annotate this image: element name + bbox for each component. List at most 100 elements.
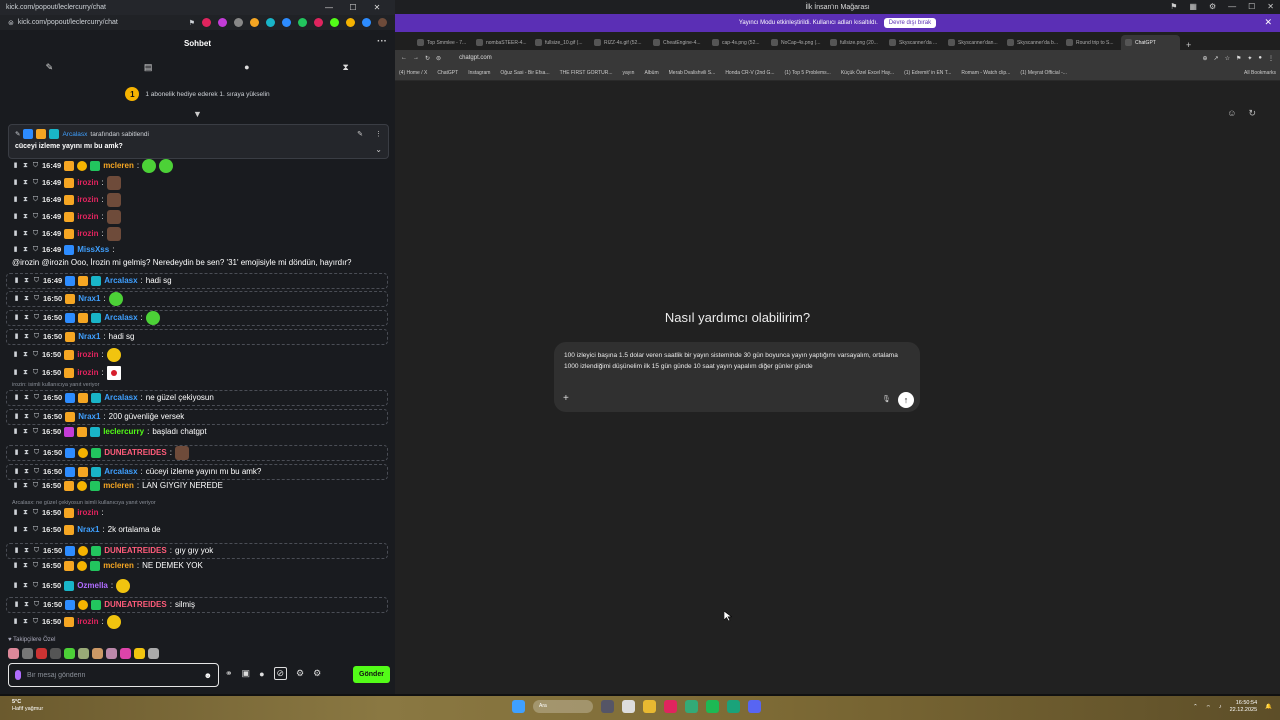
extension-icon[interactable] [362,18,371,27]
hourglass-icon[interactable]: ⧗ [22,581,29,591]
emote-icon[interactable] [8,648,19,659]
weather-widget[interactable]: 5°C Hafif yağmur [12,699,43,713]
mic-icon[interactable]: 🎙 [882,395,891,403]
message-username[interactable]: mcleren [103,161,134,171]
send-prompt-button[interactable]: ↑ [898,392,914,408]
emote-icon[interactable] [64,648,75,659]
hourglass-icon[interactable]: ⧗ [23,600,30,610]
reload-icon[interactable]: ↻ [425,55,430,62]
trash-icon[interactable]: ▮ [13,546,20,556]
spotify-icon[interactable] [706,700,719,713]
plus-icon[interactable]: + [563,393,569,404]
list-icon[interactable]: ▤ [138,62,158,73]
share-icon[interactable]: ↗ [1214,55,1219,62]
zoom-icon[interactable]: ⊕ [1203,55,1208,62]
message-username[interactable]: mcleren [103,561,134,571]
extension-icon[interactable] [218,18,227,27]
message-username[interactable]: Ozmella [77,581,108,591]
browser-tab[interactable]: RIZZ-4s.gif (52... [590,35,649,50]
close-icon[interactable]: ✕ [365,3,389,12]
chat-icon[interactable]: ● [237,62,257,72]
volume-icon[interactable]: ♪ [1219,704,1222,710]
chat-message[interactable]: ▮ ⧗ ⛉ 16:50 Nrax1: [6,291,388,307]
shield-icon[interactable]: ⛉ [33,276,40,286]
bookmark-item[interactable]: (1) Meyrat Official -... [1020,70,1067,76]
chat-message[interactable]: ▮ ⧗ ⛉ 16:50 leclercurry: başladı chatgpt [6,427,388,437]
trash-icon[interactable]: ▮ [13,448,20,458]
extension-icon[interactable] [378,18,387,27]
trash-icon[interactable]: ▮ [13,276,20,286]
bookmark-item[interactable]: Instagram [468,70,490,76]
trash-icon[interactable]: ▮ [13,467,20,477]
sub-gift-banner[interactable]: 1 1 abonelik hediye ederek 1. sıraya yük… [0,78,395,110]
trash-icon[interactable]: ▮ [12,195,19,205]
chat-message[interactable]: ▮ ⧗ ⛉ 16:50 DUNEATREIDES: [6,445,388,461]
trash-icon[interactable]: ▮ [12,212,19,222]
shield-icon[interactable]: ⛉ [32,427,39,437]
layout-icon[interactable]: ▦ [1189,2,1197,11]
bookmark-item[interactable]: yayın [622,70,634,76]
trash-icon[interactable]: ▮ [12,161,19,171]
extension-icon[interactable] [266,18,275,27]
reply-note[interactable]: irozin: isimli kullanıcıya yanıt veriyor [12,382,99,388]
shield-icon[interactable]: ⛉ [33,412,40,422]
message-username[interactable]: DUNEATREIDES [104,600,167,610]
extension-icon[interactable] [282,18,291,27]
hourglass-icon[interactable]: ⧗ [22,161,29,171]
chat-message[interactable]: ▮ ⧗ ⛉ 16:50 Arcalasx: ne güzel çekiyosun [6,390,388,406]
discord-icon[interactable] [748,700,761,713]
file-explorer-icon[interactable] [643,700,656,713]
trash-icon[interactable]: ▮ [12,350,19,360]
message-username[interactable]: irozin [77,229,98,239]
bookmark-item[interactable]: (4) Home / X [399,70,427,76]
collapse-icon[interactable]: ▼ [0,110,395,120]
message-username[interactable]: mcleren [103,481,134,491]
message-username[interactable]: Nrax1 [78,332,100,342]
shield-icon[interactable]: ⛉ [33,448,40,458]
trash-icon[interactable]: ▮ [12,368,19,378]
trash-icon[interactable]: ▮ [13,313,20,323]
clock[interactable]: 16:50:54 22.12.2025 [1230,700,1258,714]
minimize-icon[interactable]: — [317,3,341,12]
app-icon[interactable] [601,700,614,713]
message-username[interactable]: irozin [77,212,98,222]
shield-icon[interactable]: ⛉ [33,313,40,323]
shield-icon[interactable]: ⛉ [32,229,39,239]
taskbar-search[interactable]: Ara [533,700,593,713]
settings-icon[interactable]: ⚙ [313,668,321,679]
message-username[interactable]: irozin [77,178,98,188]
hourglass-icon[interactable]: ⧗ [23,393,30,403]
pin-icon[interactable]: ✎ [39,62,59,73]
shield-icon[interactable]: ⛉ [32,161,39,171]
trash-icon[interactable]: ▮ [12,525,19,535]
trash-icon[interactable]: ▮ [13,412,20,422]
shield-icon[interactable]: ⛉ [32,178,39,188]
hourglass-icon[interactable]: ⧗ [22,178,29,188]
chat-message[interactable]: ▮ ⧗ ⛉ 16:50 Nrax1: hadi sg [6,329,388,345]
browser-tab[interactable]: NoCap-4s.png (... [767,35,826,50]
shield-icon[interactable]: ⛉ [33,393,40,403]
hourglass-icon[interactable]: ⧗ [22,427,29,437]
emote-icon[interactable] [106,648,117,659]
emote-icon[interactable] [50,648,61,659]
chat-message[interactable]: ▮ ⧗ ⛉ 16:50 irozin: [6,348,388,362]
shield-icon[interactable]: ⛉ [32,212,39,222]
browser-tab[interactable]: fullsize.png (20... [826,35,885,50]
prompt-composer[interactable]: 100 izleyici başına 1.5 dolar veren saat… [554,342,920,412]
hourglass-icon[interactable]: ⧗ [22,525,29,535]
app-icon[interactable] [622,700,635,713]
bookmark-item[interactable]: ChatGPT [437,70,458,76]
hourglass-icon[interactable]: ⧗ [22,368,29,378]
shield-icon[interactable]: ⛉ [32,350,39,360]
message-username[interactable]: Nrax1 [77,525,99,535]
chat-input-box[interactable]: ☻ [8,663,219,687]
chat-message[interactable]: ▮ ⧗ ⛉ 16:49 MissXss: @irozin @irozin Ooo, İro… [6,245,388,269]
pinned-message[interactable]: ✎ Arcalasx tarafından sabitlendi ✎ ⋮ cüc… [8,124,389,159]
bookmark-item[interactable]: (1) Edremit' in EN T... [904,70,951,76]
bookmark-item[interactable]: Merab Dvalishvili S... [669,70,716,76]
site-info-icon[interactable]: ⊜ [436,55,441,62]
chat-bubble-icon[interactable]: ● [259,669,264,679]
chat-message[interactable]: ▮ ⧗ ⛉ 16:50 Arcalasx: cüceyi izleme yayını mı… [6,464,388,480]
emote-icon[interactable] [148,648,159,659]
extension-icon[interactable] [314,18,323,27]
